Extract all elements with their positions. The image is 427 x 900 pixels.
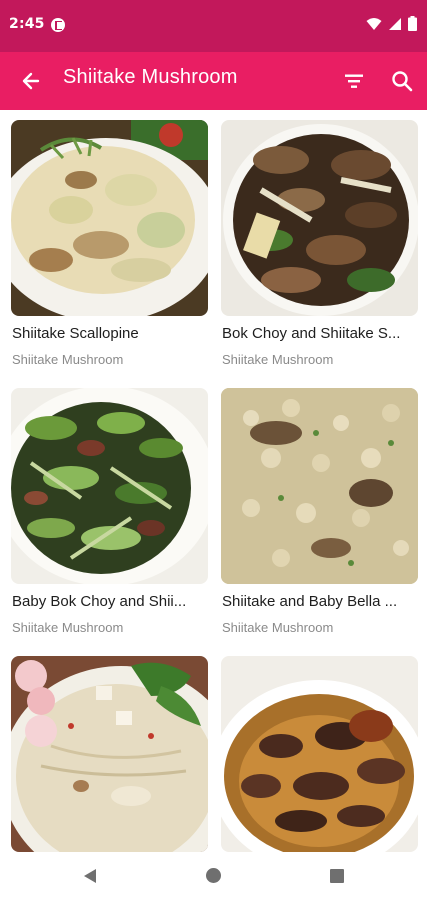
recipe-category: Shiitake Mushroom — [222, 620, 334, 635]
recipe-category: Shiitake Mushroom — [12, 620, 124, 635]
recipe-category: Shiitake Mushroom — [12, 352, 124, 367]
filter-icon[interactable] — [340, 67, 368, 95]
recipe-title: Shiitake and Baby Bella ... — [222, 593, 398, 610]
recipe-card[interactable]: Shiitake Scallopine Shiitake Mushroom — [11, 120, 208, 367]
search-icon[interactable] — [388, 67, 416, 95]
recipe-image — [11, 656, 208, 852]
notification-app-icon — [51, 18, 65, 32]
status-bar: 2:45 — [0, 0, 427, 52]
recipe-image — [221, 388, 418, 584]
recipe-image — [221, 656, 418, 852]
recipe-card[interactable]: Baby Bok Choy and Shii... Shiitake Mushr… — [11, 388, 208, 635]
signal-icon — [389, 17, 401, 30]
status-time: 2:45 — [9, 16, 45, 32]
recipe-card[interactable] — [221, 656, 418, 852]
page-title: Shiitake Mushroom — [63, 66, 238, 88]
app-bar: Shiitake Mushroom — [0, 52, 427, 110]
recipe-title: Shiitake Scallopine — [12, 325, 139, 342]
status-icons — [366, 16, 417, 31]
recipe-category: Shiitake Mushroom — [222, 352, 334, 367]
recipe-image — [221, 120, 418, 316]
recipe-card[interactable] — [11, 656, 208, 852]
system-nav-bar — [0, 852, 427, 900]
recipe-image — [11, 120, 208, 316]
recipe-card[interactable]: Shiitake and Baby Bella ... Shiitake Mus… — [221, 388, 418, 635]
recipe-grid: Shiitake Scallopine Shiitake Mushroom Bo… — [0, 110, 427, 852]
battery-icon — [408, 16, 417, 31]
nav-home-icon[interactable] — [206, 868, 221, 883]
nav-back-icon[interactable] — [81, 867, 99, 885]
recipe-card[interactable]: Bok Choy and Shiitake S... Shiitake Mush… — [221, 120, 418, 367]
arrow-back-icon[interactable] — [16, 66, 46, 96]
recipe-image — [11, 388, 208, 584]
nav-recents-icon[interactable] — [330, 869, 344, 883]
recipe-title: Bok Choy and Shiitake S... — [222, 325, 401, 342]
recipe-title: Baby Bok Choy and Shii... — [12, 593, 187, 610]
wifi-icon — [366, 17, 382, 30]
